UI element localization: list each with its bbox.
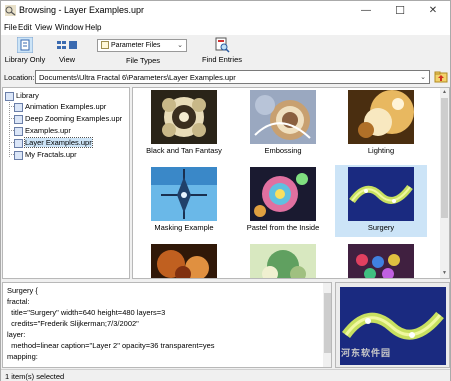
fractal-thumbnail bbox=[250, 167, 316, 221]
menu-help[interactable]: Help bbox=[85, 23, 101, 32]
fractal-thumbnail bbox=[250, 244, 316, 278]
watermark-text: 河东软件园 bbox=[341, 348, 392, 358]
code-line: Surgery { bbox=[7, 286, 38, 295]
thumbnail-caption: Pastel from the Inside bbox=[246, 223, 320, 232]
view-grid-icon bbox=[57, 41, 77, 49]
file-icon bbox=[14, 102, 23, 112]
scrollbar-thumb[interactable] bbox=[324, 293, 331, 353]
code-line: title="Surgery" width=640 height=480 lay… bbox=[7, 308, 166, 317]
thumbnail-item[interactable]: Pastel from the Inside bbox=[237, 165, 329, 237]
file-types-label-wrap: File Types bbox=[123, 56, 163, 65]
fractal-thumbnail bbox=[348, 167, 414, 221]
parameter-text-panel[interactable]: Surgery { fractal: title="Surgery" width… bbox=[2, 282, 332, 368]
view-label: View bbox=[58, 55, 76, 64]
tree-item[interactable]: Examples.upr bbox=[14, 126, 71, 136]
menu-file[interactable]: File bbox=[4, 23, 17, 32]
text-scrollbar[interactable] bbox=[323, 283, 331, 367]
file-types-value: Parameter Files bbox=[111, 41, 161, 49]
scroll-down-icon[interactable]: ▼ bbox=[440, 269, 449, 278]
tree-item[interactable]: Animation Examples.upr bbox=[14, 102, 106, 112]
location-value: Documents\Ultra Fractal 6\Parameters\Lay… bbox=[39, 73, 236, 82]
view-button[interactable]: View bbox=[53, 37, 81, 64]
thumbnail-grid: Black and Tan Fantasy Embossing Lighting bbox=[132, 87, 450, 279]
browser-window: Browsing - Layer Examples.upr — ☐ ✕ File… bbox=[0, 0, 451, 381]
thumbnail-caption: Embossing bbox=[264, 146, 302, 155]
tree-item[interactable]: Deep Zooming Examples.upr bbox=[14, 114, 122, 124]
parameter-file-icon bbox=[101, 41, 109, 49]
fractal-thumbnail bbox=[250, 90, 316, 144]
thumbnail-scrollbar[interactable]: ▲ ▼ bbox=[440, 88, 449, 278]
status-text: 1 item(s) selected bbox=[5, 372, 65, 381]
thumbnail-item[interactable] bbox=[138, 242, 230, 278]
thumbnail-item[interactable]: Embossing bbox=[237, 88, 329, 160]
code-line: mapping: bbox=[7, 352, 38, 361]
fractal-thumbnail bbox=[348, 244, 414, 278]
folder-up-icon[interactable] bbox=[434, 70, 448, 84]
file-icon bbox=[14, 150, 23, 160]
thumbnail-item[interactable]: Black and Tan Fantasy bbox=[138, 88, 230, 160]
location-label: Location: bbox=[4, 73, 35, 82]
library-only-label: Library Only bbox=[4, 55, 46, 64]
menu-bar: File Edit View Window Help bbox=[1, 21, 450, 35]
library-only-button[interactable]: Library Only bbox=[4, 37, 46, 64]
thumbnail-caption: Lighting bbox=[367, 146, 395, 155]
fractal-thumbnail bbox=[348, 90, 414, 144]
code-line: layer: bbox=[7, 330, 26, 339]
scrollbar-thumb[interactable] bbox=[441, 98, 448, 218]
thumbnail-caption: Masking Example bbox=[154, 223, 214, 232]
window-title: Browsing - Layer Examples.upr bbox=[19, 5, 145, 15]
thumbnail-caption: Black and Tan Fantasy bbox=[146, 146, 222, 155]
maximize-button[interactable]: ☐ bbox=[383, 1, 417, 21]
library-icon bbox=[5, 91, 14, 101]
thumbnail-caption: Surgery bbox=[367, 223, 395, 232]
tree-item[interactable]: My Fractals.upr bbox=[14, 150, 77, 160]
code-line: fractal: bbox=[7, 297, 30, 306]
code-line: credits="Frederik Slijkerman;7/3/2002" bbox=[7, 319, 139, 328]
app-icon bbox=[5, 5, 16, 16]
title-bar: Browsing - Layer Examples.upr — ☐ ✕ bbox=[1, 1, 450, 21]
tree-connector bbox=[9, 99, 10, 157]
thumbnail-item[interactable] bbox=[237, 242, 329, 278]
find-icon bbox=[215, 37, 230, 53]
file-icon bbox=[14, 114, 23, 124]
library-tree[interactable]: Library Animation Examples.upr Deep Zoom… bbox=[2, 87, 130, 279]
menu-edit[interactable]: Edit bbox=[18, 23, 32, 32]
file-types-select[interactable]: Parameter Files ⌄ bbox=[97, 39, 187, 52]
fractal-thumbnail bbox=[151, 244, 217, 278]
menu-window[interactable]: Window bbox=[55, 23, 83, 32]
thumbnail-item[interactable]: Masking Example bbox=[138, 165, 230, 237]
toolbar: Library Only View File Types Find Entrie… bbox=[1, 35, 450, 69]
thumbnail-item[interactable] bbox=[335, 242, 427, 278]
find-entries-label: Find Entries bbox=[201, 55, 243, 64]
scroll-up-icon[interactable]: ▲ bbox=[440, 88, 449, 97]
thumbnail-item-selected[interactable]: Surgery bbox=[335, 165, 427, 237]
file-icon bbox=[14, 126, 23, 136]
chevron-down-icon: ⌄ bbox=[420, 74, 426, 81]
location-input[interactable]: Documents\Ultra Fractal 6\Parameters\Lay… bbox=[35, 70, 430, 84]
chevron-down-icon: ⌄ bbox=[177, 42, 183, 49]
library-icon bbox=[17, 37, 33, 53]
fractal-thumbnail bbox=[151, 167, 217, 221]
close-button[interactable]: ✕ bbox=[416, 1, 450, 21]
menu-view[interactable]: View bbox=[35, 23, 52, 32]
file-types-label: File Types bbox=[125, 56, 161, 65]
minimize-button[interactable]: — bbox=[349, 1, 383, 21]
fractal-thumbnail bbox=[151, 90, 217, 144]
find-entries-button[interactable]: Find Entries bbox=[197, 37, 247, 64]
file-icon bbox=[14, 138, 23, 148]
status-bar: 1 item(s) selected bbox=[1, 369, 450, 381]
code-line: method=linear caption="Layer 2" opacity=… bbox=[7, 341, 215, 350]
tree-root-library[interactable]: Library bbox=[5, 91, 39, 101]
tree-item-selected[interactable]: Layer Examples.upr bbox=[14, 137, 93, 148]
thumbnail-item[interactable]: Lighting bbox=[335, 88, 427, 160]
